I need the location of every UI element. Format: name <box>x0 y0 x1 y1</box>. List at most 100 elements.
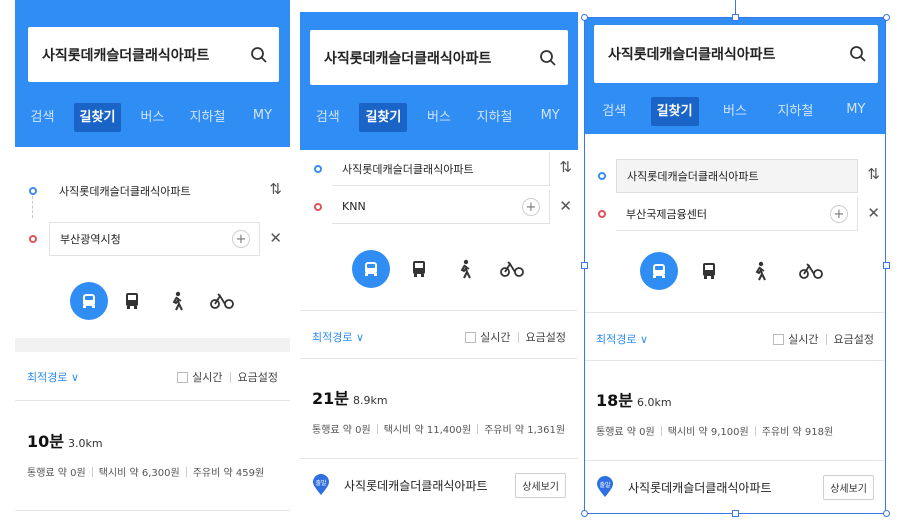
add-waypoint-button[interactable]: + <box>232 230 250 248</box>
search-input[interactable]: 사직롯데캐슬더클래식아파트 <box>28 45 239 65</box>
search-box[interactable]: 사직롯데캐슬더클래식아파트 <box>310 30 568 85</box>
detail-button[interactable]: 상세보기 <box>515 472 566 498</box>
tab-subway[interactable]: 지하철 <box>467 106 523 125</box>
route-order-dropdown[interactable]: 최적경로 ∨ <box>27 369 79 385</box>
resize-handle[interactable] <box>883 262 890 269</box>
close-icon[interactable]: ✕ <box>867 204 880 222</box>
tab-my[interactable]: MY <box>522 108 578 123</box>
bus-icon[interactable] <box>113 282 151 320</box>
destination-field[interactable]: 부산광역시청 <box>49 222 260 256</box>
divider <box>15 510 290 511</box>
duration: 21분 <box>312 389 349 408</box>
destination-field[interactable]: KNN <box>332 190 550 224</box>
origin-field[interactable]: 사직롯데캐슬더클래식아파트 <box>616 159 858 193</box>
transport-modes <box>300 250 578 290</box>
divider <box>300 458 578 459</box>
resize-handle[interactable] <box>581 14 588 21</box>
header-bar: 사직롯데캐슬더클래식아파트 검색 길찾기 버스 지하철 MY <box>584 17 886 134</box>
divider <box>584 312 886 313</box>
tab-subway[interactable]: 지하철 <box>180 106 235 125</box>
section-divider <box>15 338 290 352</box>
add-waypoint-button[interactable]: + <box>522 198 540 216</box>
bike-icon[interactable] <box>203 282 241 320</box>
nav-tabs: 검색 길찾기 버스 지하철 MY <box>300 90 578 140</box>
detail-button[interactable]: 상세보기 <box>823 474 874 500</box>
start-point-row: 출발 사직롯데캐슬더클래식아파트 상세보기 <box>312 468 566 502</box>
route-order-dropdown[interactable]: 최적경로 ∨ <box>596 331 648 347</box>
tab-bus[interactable]: 버스 <box>125 106 180 125</box>
resize-handle[interactable] <box>732 14 739 21</box>
walk-icon[interactable] <box>741 252 779 290</box>
route-result[interactable]: 10분 3.0km 통행료 약 0원 택시비 약 6,300원 주유비 약 459… <box>27 428 280 479</box>
destination-field[interactable]: 부산국제금융센터 <box>616 197 858 231</box>
walk-icon[interactable] <box>446 250 484 288</box>
destination-dot <box>598 210 606 218</box>
search-box[interactable]: 사직롯데캐슬더클래식아파트 <box>28 27 279 82</box>
car-icon[interactable] <box>70 282 108 320</box>
realtime-checkbox[interactable] <box>177 371 189 383</box>
transport-modes <box>584 252 886 292</box>
tab-search[interactable]: 검색 <box>15 106 70 125</box>
car-icon[interactable] <box>640 252 678 290</box>
swap-icon[interactable]: ⇅ <box>269 180 282 198</box>
tab-bus[interactable]: 버스 <box>411 106 467 125</box>
swap-icon[interactable]: ⇅ <box>559 158 572 176</box>
close-icon[interactable]: ✕ <box>559 197 572 215</box>
fare-settings-link[interactable]: 요금설정 <box>238 369 278 385</box>
origin-field[interactable]: 사직롯데캐슬더클래식아파트 <box>49 174 260 208</box>
swap-icon[interactable]: ⇅ <box>867 165 880 183</box>
tab-directions[interactable]: 길찾기 <box>644 96 704 126</box>
taxi-cost: 택시비 약 11,400원 <box>383 425 472 436</box>
car-icon[interactable] <box>352 250 390 288</box>
resize-handle[interactable] <box>581 262 588 269</box>
resize-handle[interactable] <box>581 510 588 517</box>
tab-search[interactable]: 검색 <box>300 106 356 125</box>
search-icon[interactable] <box>838 25 878 83</box>
toll-cost: 통행료 약 0원 <box>312 425 371 436</box>
resize-handle[interactable] <box>883 14 890 21</box>
route-result[interactable]: 18분 6.0km 통행료 약 0원 택시비 약 9,100원 주유비 약 918… <box>596 387 876 438</box>
bus-icon[interactable] <box>690 252 728 290</box>
route-inputs: 사직롯데캐슬더클래식아파트 ⇅ 부산광역시청 + ✕ <box>15 172 290 258</box>
close-icon[interactable]: ✕ <box>269 229 282 247</box>
fare-settings-link[interactable]: 요금설정 <box>526 329 566 345</box>
bike-icon[interactable] <box>493 250 531 288</box>
fuel-cost: 주유비 약 918원 <box>761 427 834 438</box>
tab-search[interactable]: 검색 <box>584 100 644 119</box>
realtime-label: 실시간 <box>480 331 511 344</box>
bus-icon[interactable] <box>400 250 438 288</box>
tab-my[interactable]: MY <box>826 102 886 117</box>
add-waypoint-button[interactable]: + <box>830 205 848 223</box>
tab-subway[interactable]: 지하철 <box>765 100 825 119</box>
resize-handle[interactable] <box>883 510 890 517</box>
origin-field[interactable]: 사직롯데캐슬더클래식아파트 <box>332 152 550 186</box>
distance: 6.0km <box>637 396 672 409</box>
route-order-dropdown[interactable]: 최적경로 ∨ <box>312 329 364 345</box>
divider <box>300 358 578 359</box>
start-point-row: 출발 사직롯데캐슬더클래식아파트 상세보기 <box>596 470 874 504</box>
search-box[interactable]: 사직롯데캐슬더클래식아파트 <box>594 25 878 83</box>
fare-settings-link[interactable]: 요금설정 <box>834 331 874 347</box>
search-icon[interactable] <box>239 27 279 82</box>
tab-my[interactable]: MY <box>235 108 290 123</box>
resize-handle[interactable] <box>732 510 739 517</box>
bike-icon[interactable] <box>792 252 830 290</box>
header-bar: 사직롯데캐슬더클래식아파트 검색 길찾기 버스 지하철 MY <box>300 12 578 150</box>
route-panel-2: 사직롯데캐슬더클래식아파트 검색 길찾기 버스 지하철 MY 사직롯데캐슬더클래… <box>300 0 578 528</box>
route-connector <box>32 196 33 218</box>
divider <box>15 400 290 401</box>
search-icon[interactable] <box>528 30 568 85</box>
walk-icon[interactable] <box>158 282 196 320</box>
search-input[interactable]: 사직롯데캐슬더클래식아파트 <box>594 44 838 64</box>
tab-directions[interactable]: 길찾기 <box>356 102 412 132</box>
route-panel-1: 사직롯데캐슬더클래식아파트 검색 길찾기 버스 지하철 MY 사직롯데캐슬더클래… <box>15 0 290 528</box>
tab-bus[interactable]: 버스 <box>705 100 765 119</box>
tab-directions[interactable]: 길찾기 <box>70 102 125 132</box>
destination-dot <box>314 203 322 211</box>
search-input[interactable]: 사직롯데캐슬더클래식아파트 <box>310 48 528 68</box>
route-result[interactable]: 21분 8.9km 통행료 약 0원 택시비 약 11,400원 주유비 약 1,… <box>312 385 568 436</box>
start-pin-icon: 출발 <box>312 474 330 496</box>
realtime-checkbox[interactable] <box>773 333 785 345</box>
distance: 3.0km <box>68 437 103 450</box>
realtime-checkbox[interactable] <box>465 331 477 343</box>
